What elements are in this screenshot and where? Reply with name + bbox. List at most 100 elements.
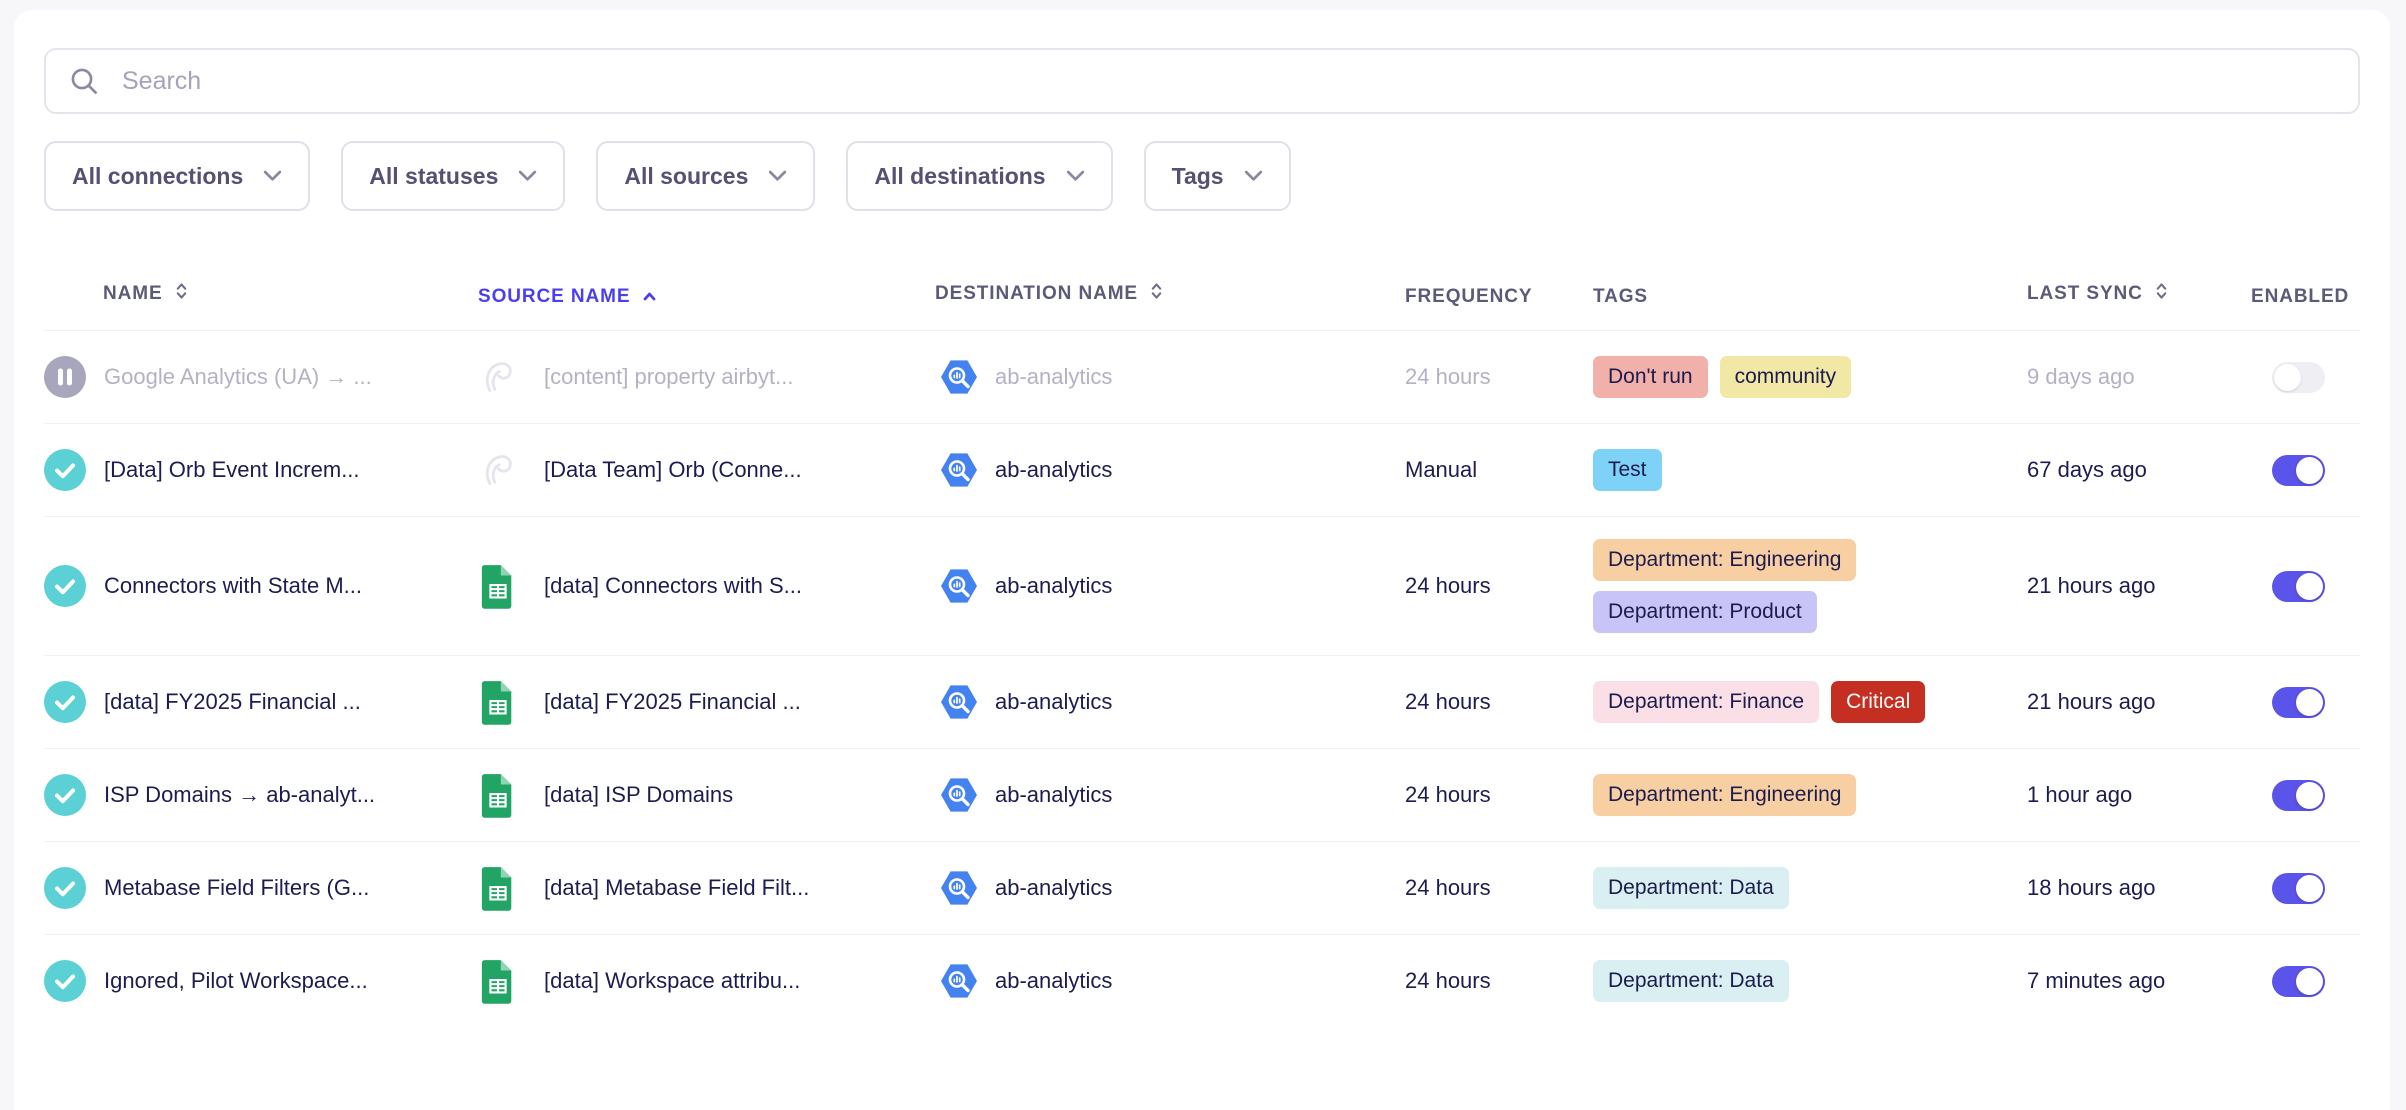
table-row[interactable]: ISP Domains → ab-analyt... [data] ISP Dom… <box>44 748 2360 841</box>
enabled-toggle[interactable] <box>2272 780 2325 811</box>
source-cell: [content] property airbyt... <box>478 353 935 401</box>
frequency-value: 24 hours <box>1405 689 1593 715</box>
enabled-cell <box>2251 780 2360 811</box>
last-sync-value: 1 hour ago <box>2027 782 2251 808</box>
toggle-knob <box>2296 689 2323 716</box>
connection-name: Ignored, Pilot Workspace... <box>104 968 368 994</box>
enabled-toggle[interactable] <box>2272 966 2325 997</box>
connection-name-cell: [data] FY2025 Financial ... <box>44 681 478 723</box>
filter-label: All sources <box>624 163 748 190</box>
connector-placeholder-icon <box>478 353 518 401</box>
bigquery-icon <box>935 957 983 1005</box>
enabled-cell <box>2251 687 2360 718</box>
filter-all-sources[interactable]: All sources <box>596 141 815 211</box>
search-input[interactable] <box>120 66 2336 97</box>
tag: Critical <box>1831 681 1925 723</box>
source-name: [data] Connectors with S... <box>544 573 802 599</box>
destination-cell: ab-analytics <box>935 771 1405 819</box>
check-icon <box>44 774 86 816</box>
column-header-enabled: ENABLED <box>2251 286 2360 308</box>
column-header-source[interactable]: SOURCE NAME <box>478 286 935 308</box>
tag: Department: Engineering <box>1593 539 1856 581</box>
search-bar <box>44 48 2360 114</box>
google-sheets-icon <box>478 864 518 912</box>
column-header-frequency: FREQUENCY <box>1405 286 1593 308</box>
chevron-down-icon <box>518 170 537 182</box>
last-sync-value: 21 hours ago <box>2027 689 2251 715</box>
last-sync-value: 21 hours ago <box>2027 573 2251 599</box>
destination-cell: ab-analytics <box>935 957 1405 1005</box>
tag: Department: Finance <box>1593 681 1819 723</box>
table-row[interactable]: [Data] Orb Event Increm... [Data Team] Or… <box>44 423 2360 516</box>
frequency-value: 24 hours <box>1405 968 1593 994</box>
filter-label: Tags <box>1172 163 1224 190</box>
table-row[interactable]: Metabase Field Filters (G...[data] Metab… <box>44 841 2360 934</box>
check-icon <box>44 867 86 909</box>
table-row[interactable]: [data] FY2025 Financial ... [data] FY2025… <box>44 655 2360 748</box>
google-sheets-icon <box>478 771 518 819</box>
source-cell: [data] ISP Domains <box>478 771 935 819</box>
last-sync-value: 67 days ago <box>2027 457 2251 483</box>
column-header-last-sync[interactable]: LAST SYNC <box>2027 280 2251 308</box>
toggle-knob <box>2296 573 2323 600</box>
destination-cell: ab-analytics <box>935 353 1405 401</box>
table-row[interactable]: Connectors with State M...[data] Connect… <box>44 516 2360 655</box>
google-sheets-icon <box>478 678 518 726</box>
filter-label: All destinations <box>874 163 1045 190</box>
source-name: [data] FY2025 Financial ... <box>544 689 801 715</box>
filter-all-statuses[interactable]: All statuses <box>341 141 565 211</box>
bigquery-icon <box>935 353 983 401</box>
filter-tags[interactable]: Tags <box>1144 141 1291 211</box>
pause-icon <box>44 356 86 398</box>
destination-name: ab-analytics <box>995 968 1112 994</box>
column-header-label: LAST SYNC <box>2027 283 2143 305</box>
last-sync-value: 9 days ago <box>2027 364 2251 390</box>
filter-all-destinations[interactable]: All destinations <box>846 141 1112 211</box>
connection-name: [Data] Orb Event Increm... <box>104 457 360 483</box>
enabled-cell <box>2251 455 2360 486</box>
enabled-toggle[interactable] <box>2272 455 2325 486</box>
sort-icon <box>174 280 189 308</box>
connections-table: Google Analytics (UA) → ...[content] pro… <box>44 330 2360 1027</box>
tags-cell: Department: Engineering <box>1593 774 2027 816</box>
toggle-knob <box>2296 782 2323 809</box>
sort-icon <box>2154 280 2169 308</box>
enabled-cell <box>2251 362 2360 393</box>
filter-all-connections[interactable]: All connections <box>44 141 310 211</box>
source-name: [data] Metabase Field Filt... <box>544 875 809 901</box>
column-header-label: NAME <box>103 283 163 305</box>
source-cell: [data] FY2025 Financial ... <box>478 678 935 726</box>
check-icon <box>44 565 86 607</box>
table-row[interactable]: Ignored, Pilot Workspace...[data] Worksp… <box>44 934 2360 1027</box>
frequency-value: 24 hours <box>1405 875 1593 901</box>
destination-name: ab-analytics <box>995 364 1112 390</box>
connection-name: ISP Domains → ab-analyt... <box>104 782 375 808</box>
source-cell: [Data Team] Orb (Conne... <box>478 446 935 494</box>
bigquery-icon <box>935 678 983 726</box>
source-cell: [data] Metabase Field Filt... <box>478 864 935 912</box>
enabled-toggle[interactable] <box>2272 571 2325 602</box>
chevron-down-icon <box>1244 170 1263 182</box>
table-header: NAME SOURCE NAMEDESTINATION NAMEFREQUENCY… <box>44 211 2360 330</box>
connection-name-cell: [Data] Orb Event Increm... <box>44 449 478 491</box>
search-icon <box>68 65 100 97</box>
connection-name-cell: ISP Domains → ab-analyt... <box>44 774 478 816</box>
connections-panel: All connections All statuses All sources Al… <box>14 10 2390 1110</box>
destination-cell: ab-analytics <box>935 678 1405 726</box>
enabled-toggle[interactable] <box>2272 687 2325 718</box>
enabled-cell <box>2251 966 2360 997</box>
connector-placeholder-icon <box>478 446 518 494</box>
column-header-name[interactable]: NAME <box>44 280 478 308</box>
enabled-cell <box>2251 571 2360 602</box>
enabled-toggle[interactable] <box>2272 362 2325 393</box>
filter-label: All statuses <box>369 163 498 190</box>
destination-cell: ab-analytics <box>935 446 1405 494</box>
column-header-destination[interactable]: DESTINATION NAME <box>935 280 1405 308</box>
check-icon <box>44 681 86 723</box>
source-cell: [data] Connectors with S... <box>478 562 935 610</box>
sort-asc-icon <box>641 286 658 308</box>
toggle-knob <box>2296 875 2323 902</box>
table-row[interactable]: Google Analytics (UA) → ...[content] pro… <box>44 330 2360 423</box>
enabled-toggle[interactable] <box>2272 873 2325 904</box>
filters-bar: All connections All statuses All sources Al… <box>44 141 2360 211</box>
